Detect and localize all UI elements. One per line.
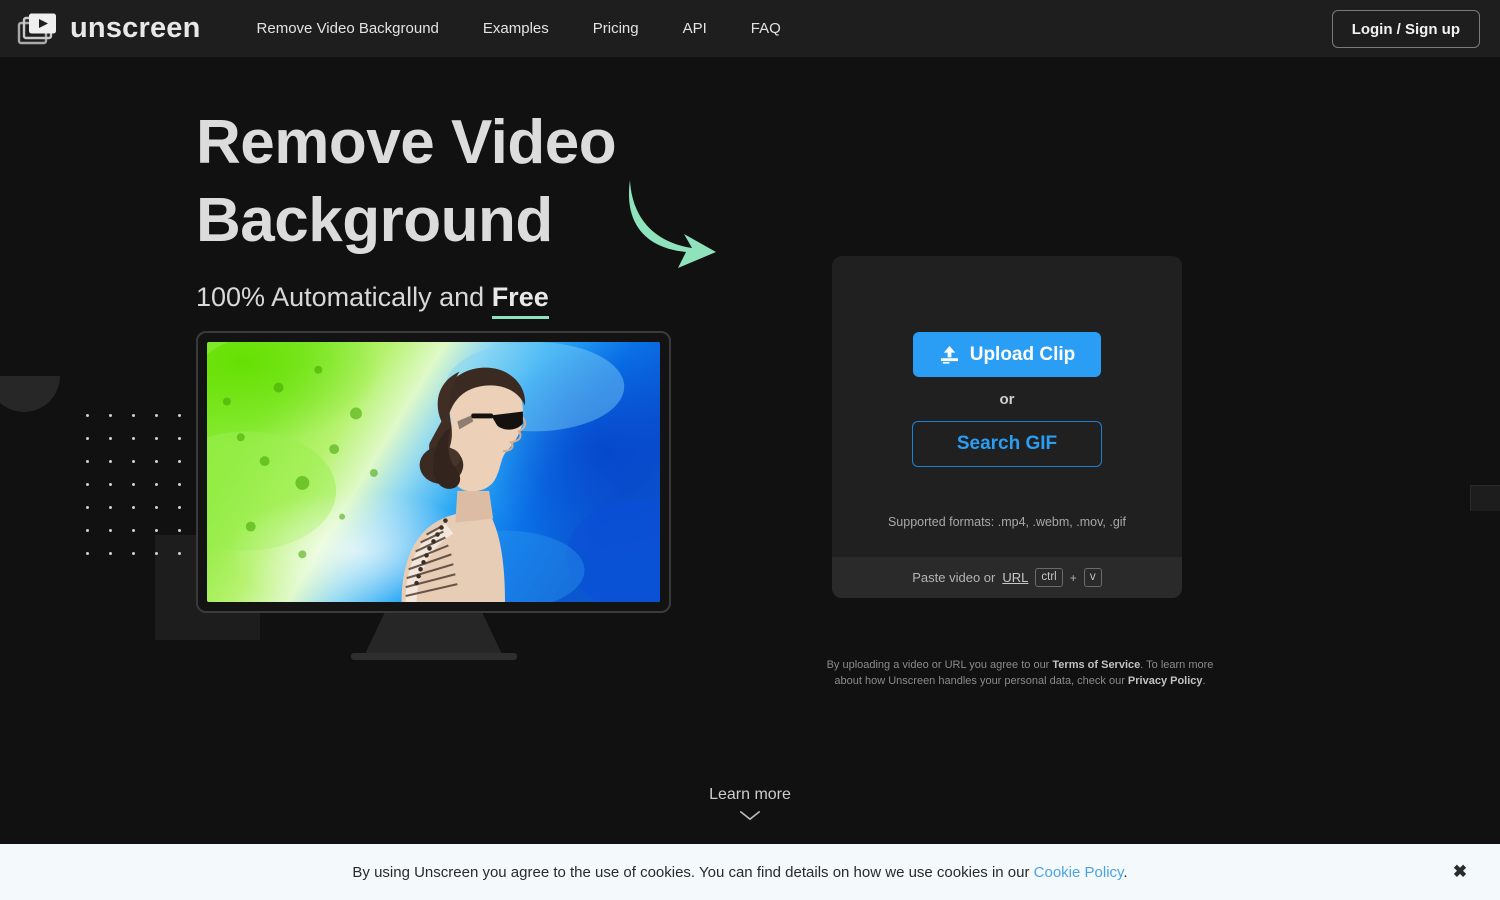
terms-of-service-link[interactable]: Terms of Service (1052, 659, 1140, 671)
decor-square-right (1470, 485, 1500, 511)
upload-clip-button[interactable]: Upload Clip (912, 332, 1102, 377)
hero-subtitle-prefix: 100% Automatically and (196, 282, 492, 313)
landing-page: unscreen Remove Video Background Example… (0, 0, 1500, 900)
monitor-stand-neck (365, 613, 502, 653)
paste-url-bar[interactable]: Paste video or URL ctrl + v (832, 557, 1182, 598)
video-frames-play-icon (16, 12, 62, 46)
cookie-policy-link[interactable]: Cookie Policy (1034, 864, 1124, 881)
page-title: Remove Video Background (196, 104, 617, 260)
learn-more-label: Learn more (709, 786, 791, 803)
hero-text-block: Remove Video Background 100% Automatical… (196, 104, 617, 320)
upload-card-body: Upload Clip or Search GIF Supported form… (832, 256, 1182, 557)
learn-more-link[interactable]: Learn more (0, 786, 1500, 826)
cookie-text-after: . (1123, 863, 1128, 881)
or-separator-label: or (999, 391, 1015, 408)
curved-arrow-down-right-icon (620, 172, 730, 272)
search-gif-button[interactable]: Search GIF (912, 421, 1102, 467)
nav-item-remove-video-background[interactable]: Remove Video Background (257, 14, 439, 43)
legal-line2-after: . (1202, 674, 1206, 687)
close-icon[interactable]: ✖ (1440, 852, 1480, 892)
chevron-down-icon (739, 808, 761, 826)
paste-url-link[interactable]: URL (1002, 570, 1028, 585)
legal-line1-before: By uploading a video or URL you agree to… (826, 659, 1053, 671)
supported-formats-label: Supported formats: .mp4, .webm, .mov, .g… (887, 515, 1127, 529)
site-header: unscreen Remove Video Background Example… (0, 0, 1500, 57)
cookie-consent-banner: By using Unscreen you agree to the use o… (0, 844, 1500, 900)
upload-card: Upload Clip or Search GIF Supported form… (832, 256, 1182, 598)
paste-label-prefix: Paste video or (912, 570, 996, 585)
decor-dot-grid (86, 414, 181, 575)
nav-item-pricing[interactable]: Pricing (593, 14, 639, 43)
monitor-mockup (196, 331, 671, 660)
nav-item-api[interactable]: API (683, 14, 707, 43)
keycap-plus-sign: + (1069, 570, 1077, 585)
hero-title-line-2: Background (196, 186, 553, 256)
video-preview (207, 342, 660, 602)
upload-clip-label: Upload Clip (969, 343, 1076, 365)
cookie-text-before: By using Unscreen you agree to the use o… (352, 863, 1034, 881)
decor-semicircle (0, 376, 60, 412)
keycap-ctrl: ctrl (1035, 568, 1063, 587)
privacy-policy-link[interactable]: Privacy Policy (1128, 675, 1203, 687)
legal-line1-after: . To learn more (1140, 659, 1214, 671)
hero-subtitle-highlight: Free (491, 282, 549, 320)
legal-disclaimer: By uploading a video or URL you agree to… (822, 658, 1218, 689)
login-signup-button[interactable]: Login / Sign up (1331, 10, 1480, 48)
nav-item-examples[interactable]: Examples (483, 14, 549, 43)
hero-title-line-1: Remove Video (196, 108, 617, 177)
nav-item-faq[interactable]: FAQ (751, 14, 781, 43)
upload-icon (939, 345, 960, 364)
monitor-stand-base (350, 653, 517, 660)
monitor-frame (196, 331, 671, 613)
main-nav: Remove Video Background Examples Pricing… (257, 14, 781, 43)
site-logo[interactable]: unscreen (16, 12, 201, 46)
legal-line2-before: about how Unscreen handles your personal… (834, 674, 1128, 687)
logo-wordmark: unscreen (70, 12, 201, 44)
cookie-banner-text: By using Unscreen you agree to the use o… (0, 864, 1440, 881)
hero-subtitle: 100% Automatically and Free (196, 282, 616, 320)
keycap-v: v (1083, 568, 1102, 587)
